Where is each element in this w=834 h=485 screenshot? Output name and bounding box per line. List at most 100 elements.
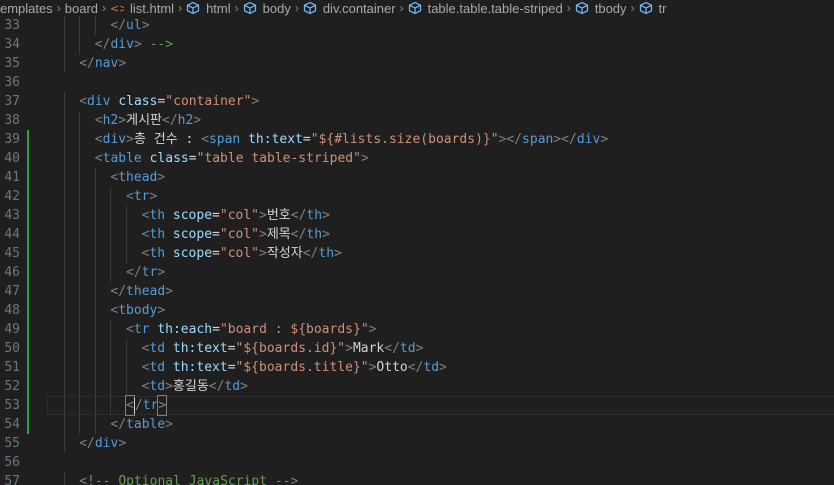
tag-name-token: th	[149, 227, 166, 242]
gutter-change-marker[interactable]	[27, 263, 29, 282]
indent-guide	[94, 187, 96, 206]
punctuation-token: <	[201, 132, 209, 147]
code-line[interactable]: 39 <div>총 건수 : <span th:text="${#lists.si…	[0, 130, 834, 149]
code-line[interactable]: 51 <td th:text="${boards.title}">Otto</td…	[0, 358, 834, 377]
gutter-change-marker[interactable]	[27, 415, 29, 434]
text-token: =	[212, 322, 220, 337]
breadcrumb-label: html	[206, 0, 231, 16]
gutter-change-marker[interactable]	[27, 168, 29, 187]
code-line[interactable]: 46 </tr>	[0, 263, 834, 282]
element-cube-icon	[575, 1, 589, 15]
breadcrumb-item[interactable]: <> list.html	[110, 1, 174, 16]
code-line[interactable]: 50 <td th:text="${boards.id}">Mark</td>	[0, 339, 834, 358]
code-line[interactable]: 54 </table>	[0, 415, 834, 434]
gutter-change-marker[interactable]	[27, 396, 29, 415]
breadcrumb-item[interactable]: emplates	[0, 1, 53, 16]
gutter-change-marker[interactable]	[27, 149, 29, 168]
gutter-change-marker[interactable]	[27, 377, 29, 396]
breadcrumb-item[interactable]: table.table.table-striped	[408, 1, 563, 16]
indent-guide	[63, 339, 65, 358]
code-line[interactable]: 37 <div class="container">	[0, 92, 834, 111]
breadcrumb-item[interactable]: body	[243, 1, 291, 16]
line-number: 52	[4, 379, 20, 394]
indent-guide	[79, 111, 81, 130]
code-line[interactable]: 57 <!-- Optional JavaScript -->	[0, 472, 834, 485]
code-line[interactable]: 52 <td>홍길동</td>	[0, 377, 834, 396]
indent-guide	[63, 206, 65, 225]
code-content: </ul>	[110, 16, 149, 35]
punctuation-token: </	[110, 18, 127, 33]
code-line[interactable]: 56	[0, 453, 834, 472]
indent-guide	[94, 396, 96, 415]
indent-guide	[63, 282, 65, 301]
code-line[interactable]: 48 <tbody>	[0, 301, 834, 320]
code-line[interactable]: 45 <th scope="col">작성자</th>	[0, 244, 834, 263]
punctuation-token: >	[415, 341, 424, 356]
gutter-change-marker[interactable]	[27, 187, 29, 206]
code-line[interactable]: 40 <table class="table table-striped">	[0, 149, 834, 168]
tag-name-token: tr	[133, 322, 150, 337]
code-content: <thead>	[110, 168, 165, 187]
punctuation-token: >	[118, 113, 127, 128]
gutter-change-marker[interactable]	[27, 244, 29, 263]
attribute-token: scope	[172, 227, 213, 242]
breadcrumb-item[interactable]: board	[65, 1, 98, 16]
code-editor[interactable]: 33 </ul> 34 </div> --> 35 </nav> 36 37 <div clas…	[0, 16, 834, 485]
code-line[interactable]: 38 <h2>게시판</h2>	[0, 111, 834, 130]
gutter-change-marker[interactable]	[27, 301, 29, 320]
tag-name-token: tr	[133, 189, 150, 204]
code-content: <td th:text="${boards.id}">Mark</td>	[142, 339, 424, 358]
string-token: "${#lists.size(boards)}"	[310, 132, 499, 147]
chevron-right-icon: ›	[178, 1, 183, 15]
gutter-change-marker[interactable]	[27, 225, 29, 244]
indent-guide	[79, 149, 81, 168]
tag-name-token: span	[522, 132, 554, 147]
gutter-change-marker[interactable]	[27, 282, 29, 301]
code-line[interactable]: 42 <tr>	[0, 187, 834, 206]
line-number: 48	[4, 303, 20, 318]
code-line[interactable]: 41 <thead>	[0, 168, 834, 187]
code-content: <table class="table table-striped">	[95, 149, 369, 168]
punctuation-token: >	[322, 227, 330, 242]
gutter-change-marker[interactable]	[27, 320, 29, 339]
indent-guide	[63, 415, 65, 434]
gutter-change-marker[interactable]	[27, 358, 29, 377]
attribute-token: scope	[172, 208, 213, 223]
breadcrumb-label: emplates	[0, 0, 53, 16]
breadcrumb-item[interactable]: html	[186, 1, 231, 16]
breadcrumb-item[interactable]: div.container	[303, 1, 396, 16]
breadcrumb-item[interactable]: tr	[639, 1, 667, 16]
indent-guide	[79, 35, 81, 54]
element-cube-icon	[186, 1, 200, 15]
code-line[interactable]: 33 </ul>	[0, 16, 834, 35]
indent-guide	[110, 225, 112, 244]
text-token: Mark	[352, 341, 385, 356]
punctuation-token: ></	[498, 132, 523, 147]
code-line[interactable]: 36	[0, 73, 834, 92]
indent-guide	[63, 434, 65, 453]
gutter-change-marker[interactable]	[27, 339, 29, 358]
gutter-change-marker[interactable]	[27, 206, 29, 225]
code-line[interactable]: 34 </div> -->	[0, 35, 834, 54]
code-line[interactable]: 44 <th scope="col">제목</th>	[0, 225, 834, 244]
gutter-change-marker[interactable]	[27, 130, 29, 149]
punctuation-token: </	[79, 56, 95, 71]
indent-guide	[110, 244, 112, 263]
code-line[interactable]: 35 </nav>	[0, 54, 834, 73]
code-line[interactable]: 43 <th scope="col">번호</th>	[0, 206, 834, 225]
code-line[interactable]: 49 <tr th:each="board : ${boards}">	[0, 320, 834, 339]
code-line[interactable]: 55 </div>	[0, 434, 834, 453]
indent-guide	[94, 282, 96, 301]
line-number: 44	[4, 227, 20, 242]
code-content: </thead>	[110, 282, 173, 301]
code-line[interactable]: 53 </tr>	[0, 395, 834, 416]
code-line[interactable]: 47 </thead>	[0, 282, 834, 301]
text-token: 제목	[266, 227, 291, 242]
indent-guide	[94, 301, 96, 320]
svg-text:<>: <>	[110, 2, 124, 15]
breadcrumb-item[interactable]: tbody	[575, 1, 627, 16]
string-token: "col"	[219, 227, 260, 242]
punctuation-token: </	[208, 379, 225, 394]
punctuation-token: >	[165, 417, 174, 432]
